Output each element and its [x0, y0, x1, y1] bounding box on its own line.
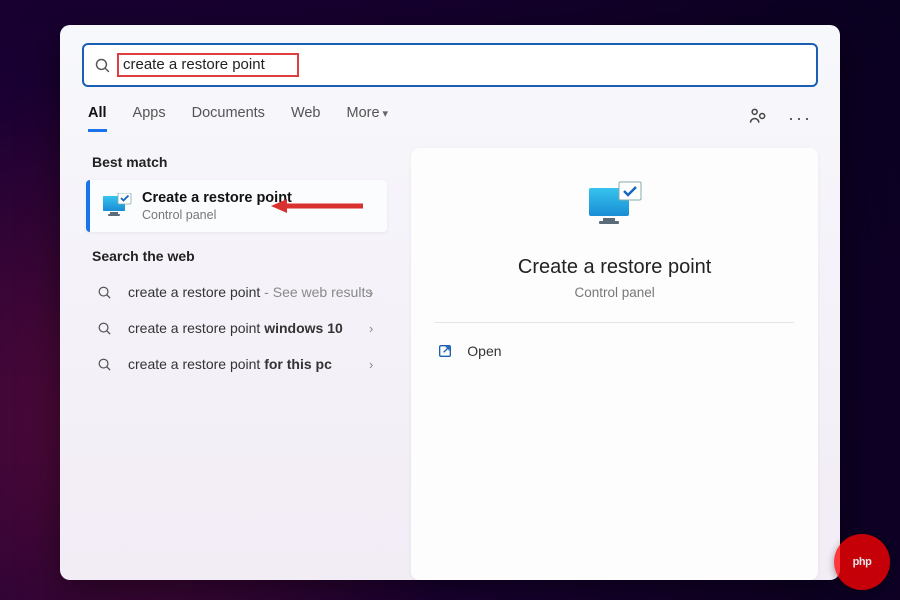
- chevron-down-icon: ▾: [383, 108, 389, 120]
- search-icon: [94, 321, 114, 336]
- open-icon: [437, 343, 453, 359]
- more-options-icon[interactable]: ···: [788, 108, 812, 129]
- tab-documents[interactable]: Documents: [192, 105, 265, 132]
- monitor-check-icon: [102, 193, 132, 219]
- preview-title: Create a restore point: [518, 256, 711, 279]
- search-icon: [94, 357, 114, 372]
- open-label: Open: [467, 343, 501, 359]
- search-icon: [94, 57, 111, 74]
- search-icon: [94, 285, 114, 300]
- web-result-text: create a restore point windows 10: [128, 320, 343, 336]
- best-match-result[interactable]: Create a restore point Control panel: [86, 180, 387, 232]
- monitor-check-icon: [587, 178, 643, 234]
- start-search-panel: All Apps Documents Web More▾ ··· Best ma…: [60, 25, 840, 580]
- search-input[interactable]: [123, 56, 293, 73]
- annotation-arrow: [271, 196, 365, 216]
- tab-apps[interactable]: Apps: [133, 105, 166, 132]
- tab-all[interactable]: All: [88, 105, 107, 132]
- open-action[interactable]: Open: [435, 337, 794, 365]
- web-result-2[interactable]: create a restore point for this pc ›: [86, 346, 387, 382]
- results-column: Best match Create a restore point Contro…: [82, 148, 391, 580]
- search-input-highlight: [117, 53, 299, 77]
- best-match-heading: Best match: [92, 154, 387, 170]
- web-result-text: create a restore point for this pc: [128, 356, 332, 372]
- divider: [435, 322, 794, 323]
- web-result-text: create a restore point - See web results: [128, 284, 372, 300]
- preview-pane: Create a restore point Control panel Ope…: [411, 148, 818, 580]
- preview-subtitle: Control panel: [574, 285, 654, 300]
- filter-tabs-row: All Apps Documents Web More▾ ···: [82, 105, 818, 132]
- web-result-1[interactable]: create a restore point windows 10 ›: [86, 310, 387, 346]
- accounts-icon[interactable]: [748, 106, 768, 131]
- chevron-right-icon: ›: [369, 321, 373, 336]
- chevron-right-icon: ›: [369, 357, 373, 372]
- watermark-badge: php: [834, 534, 890, 590]
- tab-web[interactable]: Web: [291, 105, 321, 132]
- tab-more[interactable]: More▾: [347, 105, 389, 132]
- search-web-heading: Search the web: [92, 248, 387, 264]
- chevron-right-icon: ›: [369, 285, 373, 300]
- best-match-title: Create a restore point: [142, 190, 292, 206]
- best-match-subtitle: Control panel: [142, 208, 292, 222]
- search-bar[interactable]: [82, 43, 818, 87]
- filter-tabs: All Apps Documents Web More▾: [88, 105, 388, 132]
- web-result-0[interactable]: create a restore point - See web results…: [86, 274, 387, 310]
